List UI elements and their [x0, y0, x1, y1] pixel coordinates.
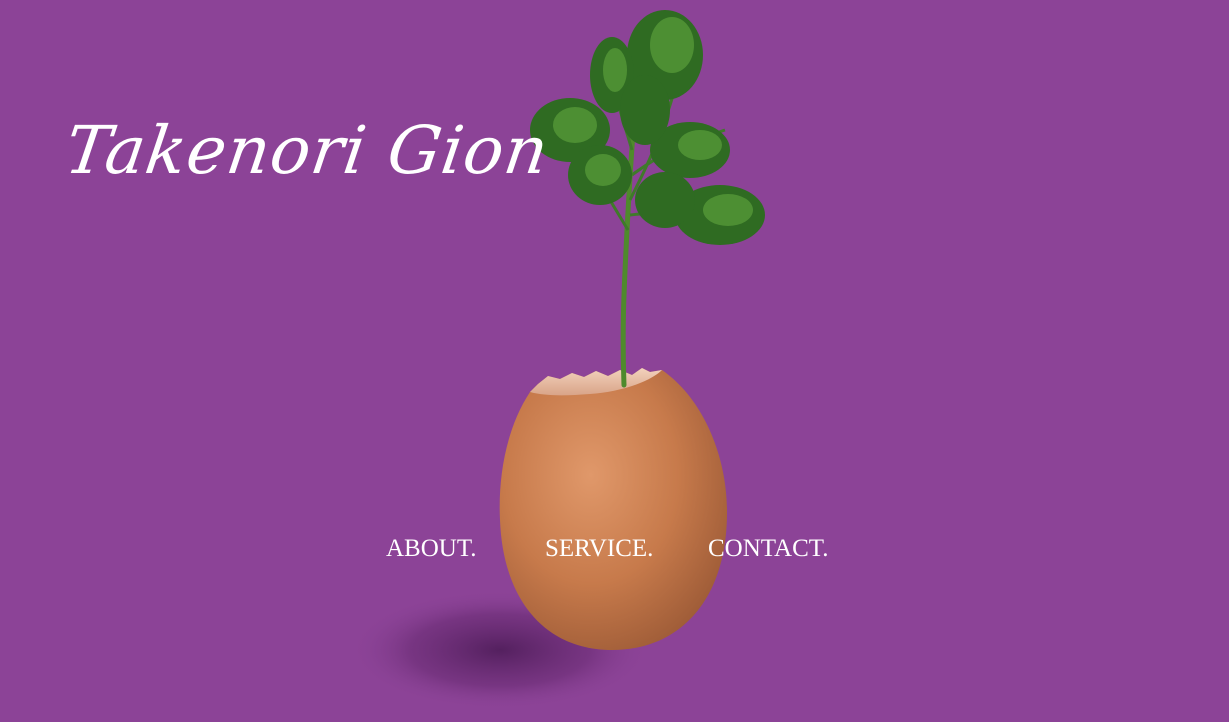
- egg-sprout-illustration: [350, 10, 765, 710]
- site-logo[interactable]: Takenori Gion: [61, 112, 554, 189]
- hero-section: Takenori Gion ABOUT. SERVICE. CONTACT.: [0, 0, 1229, 722]
- nav-link-about[interactable]: ABOUT.: [386, 532, 477, 566]
- nav-link-contact[interactable]: CONTACT.: [708, 532, 828, 566]
- main-nav: ABOUT. SERVICE. CONTACT.: [0, 532, 1229, 566]
- nav-link-service[interactable]: SERVICE.: [545, 532, 653, 566]
- egg-shell: [499, 368, 728, 650]
